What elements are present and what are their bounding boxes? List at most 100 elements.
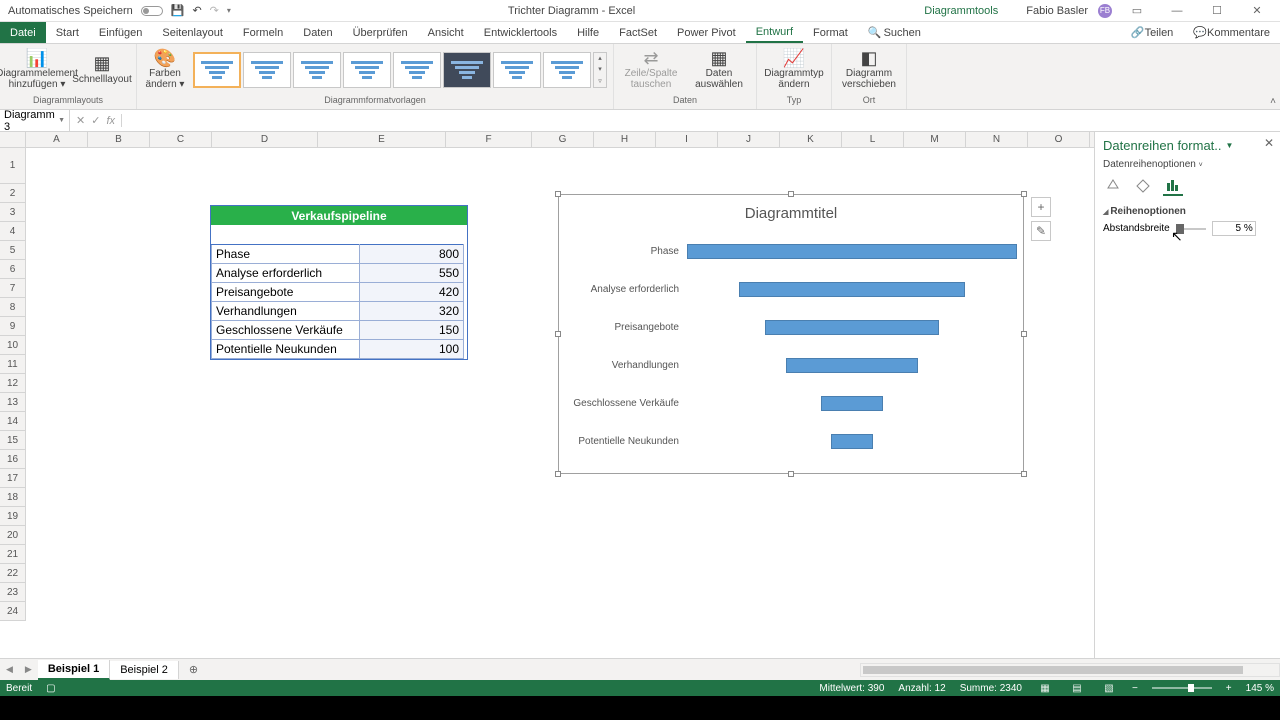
switch-row-col-button[interactable]: ⇄ Zeile/Spaltetauschen bbox=[620, 49, 682, 91]
row-header[interactable]: 15 bbox=[0, 431, 25, 450]
row-header[interactable]: 12 bbox=[0, 374, 25, 393]
macro-record-icon[interactable]: ▢ bbox=[46, 683, 55, 694]
move-chart-button[interactable]: ◧ Diagrammverschieben bbox=[838, 49, 900, 91]
row-header[interactable]: 4 bbox=[0, 222, 25, 241]
row-header[interactable]: 7 bbox=[0, 279, 25, 298]
page-layout-view-icon[interactable]: ▤ bbox=[1068, 683, 1086, 694]
table-cell-value[interactable]: 320 bbox=[360, 302, 464, 321]
style-thumb[interactable] bbox=[393, 52, 441, 88]
row-header[interactable]: 2 bbox=[0, 184, 25, 203]
tab-data[interactable]: Daten bbox=[293, 22, 342, 43]
share-button[interactable]: 🔗 Teilen bbox=[1121, 22, 1183, 43]
funnel-chart[interactable]: Diagrammtitel PhaseAnalyse erforderlichP… bbox=[558, 194, 1024, 474]
minimize-icon[interactable]: — bbox=[1162, 5, 1192, 17]
col-header[interactable]: L bbox=[842, 132, 904, 147]
row-headers[interactable]: 123456789101112131415161718192021222324 bbox=[0, 148, 26, 621]
undo-icon[interactable]: ↶ bbox=[192, 4, 201, 17]
worksheet[interactable]: ABCDEFGHIJKLMNO 123456789101112131415161… bbox=[0, 132, 1280, 658]
user-avatar[interactable]: FB bbox=[1098, 4, 1112, 18]
series-options-icon[interactable] bbox=[1163, 176, 1183, 196]
col-header[interactable]: G bbox=[532, 132, 594, 147]
horizontal-scrollbar[interactable] bbox=[860, 663, 1280, 677]
funnel-bar[interactable] bbox=[786, 358, 918, 373]
select-all-triangle[interactable] bbox=[0, 132, 26, 148]
tab-pagelayout[interactable]: Seitenlayout bbox=[152, 22, 233, 43]
row-header[interactable]: 5 bbox=[0, 241, 25, 260]
normal-view-icon[interactable]: ▦ bbox=[1036, 683, 1054, 694]
chart-elements-button[interactable]: + bbox=[1031, 197, 1051, 217]
name-box[interactable]: Diagramm 3▼ bbox=[0, 109, 70, 133]
pane-close-icon[interactable]: ✕ bbox=[1264, 136, 1274, 150]
row-header[interactable]: 8 bbox=[0, 298, 25, 317]
table-cell-value[interactable]: 150 bbox=[360, 321, 464, 340]
row-header[interactable]: 9 bbox=[0, 317, 25, 336]
tab-start[interactable]: Start bbox=[46, 22, 89, 43]
row-header[interactable]: 19 bbox=[0, 507, 25, 526]
ribbon-display-icon[interactable]: ▭ bbox=[1122, 4, 1152, 17]
resize-handle[interactable] bbox=[1021, 331, 1027, 337]
style-thumb[interactable] bbox=[193, 52, 241, 88]
tab-factset[interactable]: FactSet bbox=[609, 22, 667, 43]
resize-handle[interactable] bbox=[788, 471, 794, 477]
fill-line-icon[interactable] bbox=[1103, 176, 1123, 196]
row-header[interactable]: 23 bbox=[0, 583, 25, 602]
style-thumb[interactable] bbox=[543, 52, 591, 88]
user-name[interactable]: Fabio Basler bbox=[1026, 5, 1088, 17]
chart-title[interactable]: Diagrammtitel bbox=[559, 195, 1023, 228]
col-header[interactable]: C bbox=[150, 132, 212, 147]
resize-handle[interactable] bbox=[1021, 471, 1027, 477]
close-icon[interactable]: ✕ bbox=[1242, 4, 1272, 17]
gallery-more-button[interactable]: ▴▾▿ bbox=[593, 52, 607, 88]
column-headers[interactable]: ABCDEFGHIJKLMNO bbox=[26, 132, 1280, 148]
col-header[interactable]: M bbox=[904, 132, 966, 147]
row-header[interactable]: 3 bbox=[0, 203, 25, 222]
table-cell-label[interactable]: Verhandlungen bbox=[212, 302, 360, 321]
tab-developer[interactable]: Entwicklertools bbox=[474, 22, 567, 43]
row-header[interactable]: 18 bbox=[0, 488, 25, 507]
row-header[interactable]: 1 bbox=[0, 148, 25, 184]
table-cell-label[interactable]: Phase bbox=[212, 245, 360, 264]
table-cell-label[interactable]: Geschlossene Verkäufe bbox=[212, 321, 360, 340]
row-header[interactable]: 24 bbox=[0, 602, 25, 621]
tab-powerpivot[interactable]: Power Pivot bbox=[667, 22, 746, 43]
style-thumb[interactable] bbox=[293, 52, 341, 88]
row-header[interactable]: 6 bbox=[0, 260, 25, 279]
cancel-fx-icon[interactable]: ✕ bbox=[76, 114, 85, 127]
table-cell-label[interactable]: Preisangebote bbox=[212, 283, 360, 302]
tab-formulas[interactable]: Formeln bbox=[233, 22, 293, 43]
resize-handle[interactable] bbox=[1021, 191, 1027, 197]
chart-styles-button[interactable]: ✎ bbox=[1031, 221, 1051, 241]
col-header[interactable]: D bbox=[212, 132, 318, 147]
row-header[interactable]: 17 bbox=[0, 469, 25, 488]
zoom-out-icon[interactable]: − bbox=[1132, 683, 1138, 694]
save-icon[interactable]: 💾 bbox=[171, 4, 185, 17]
style-thumb[interactable] bbox=[343, 52, 391, 88]
table-cell-value[interactable]: 420 bbox=[360, 283, 464, 302]
row-header[interactable]: 11 bbox=[0, 355, 25, 374]
row-header[interactable]: 22 bbox=[0, 564, 25, 583]
change-chart-type-button[interactable]: 📈 Diagrammtypändern bbox=[763, 49, 825, 91]
maximize-icon[interactable]: ☐ bbox=[1202, 4, 1232, 17]
tab-insert[interactable]: Einfügen bbox=[89, 22, 152, 43]
zoom-in-icon[interactable]: + bbox=[1226, 683, 1232, 694]
sheet-nav-prev-icon[interactable]: ◀ bbox=[0, 664, 19, 675]
col-header[interactable]: H bbox=[594, 132, 656, 147]
funnel-bar[interactable] bbox=[765, 320, 938, 335]
tab-design[interactable]: Entwurf bbox=[746, 22, 803, 43]
comments-button[interactable]: 💬 Kommentare bbox=[1183, 22, 1280, 43]
resize-handle[interactable] bbox=[555, 471, 561, 477]
table-cell-value[interactable]: 100 bbox=[360, 340, 464, 359]
quick-layout-button[interactable]: ▦ Schnelllayout bbox=[74, 54, 130, 85]
table-cell-label[interactable]: Potentielle Neukunden bbox=[212, 340, 360, 359]
select-data-button[interactable]: ▦ Datenauswählen bbox=[688, 49, 750, 91]
funnel-bar[interactable] bbox=[739, 282, 966, 297]
col-header[interactable]: O bbox=[1028, 132, 1090, 147]
funnel-bar[interactable] bbox=[687, 244, 1017, 259]
zoom-level[interactable]: 145 % bbox=[1246, 683, 1274, 694]
tab-view[interactable]: Ansicht bbox=[418, 22, 474, 43]
qat-more-icon[interactable]: ▾ bbox=[227, 6, 231, 15]
col-header[interactable]: I bbox=[656, 132, 718, 147]
table-cell-label[interactable]: Analyse erforderlich bbox=[212, 264, 360, 283]
row-header[interactable]: 20 bbox=[0, 526, 25, 545]
add-sheet-button[interactable]: ⊕ bbox=[179, 660, 208, 679]
